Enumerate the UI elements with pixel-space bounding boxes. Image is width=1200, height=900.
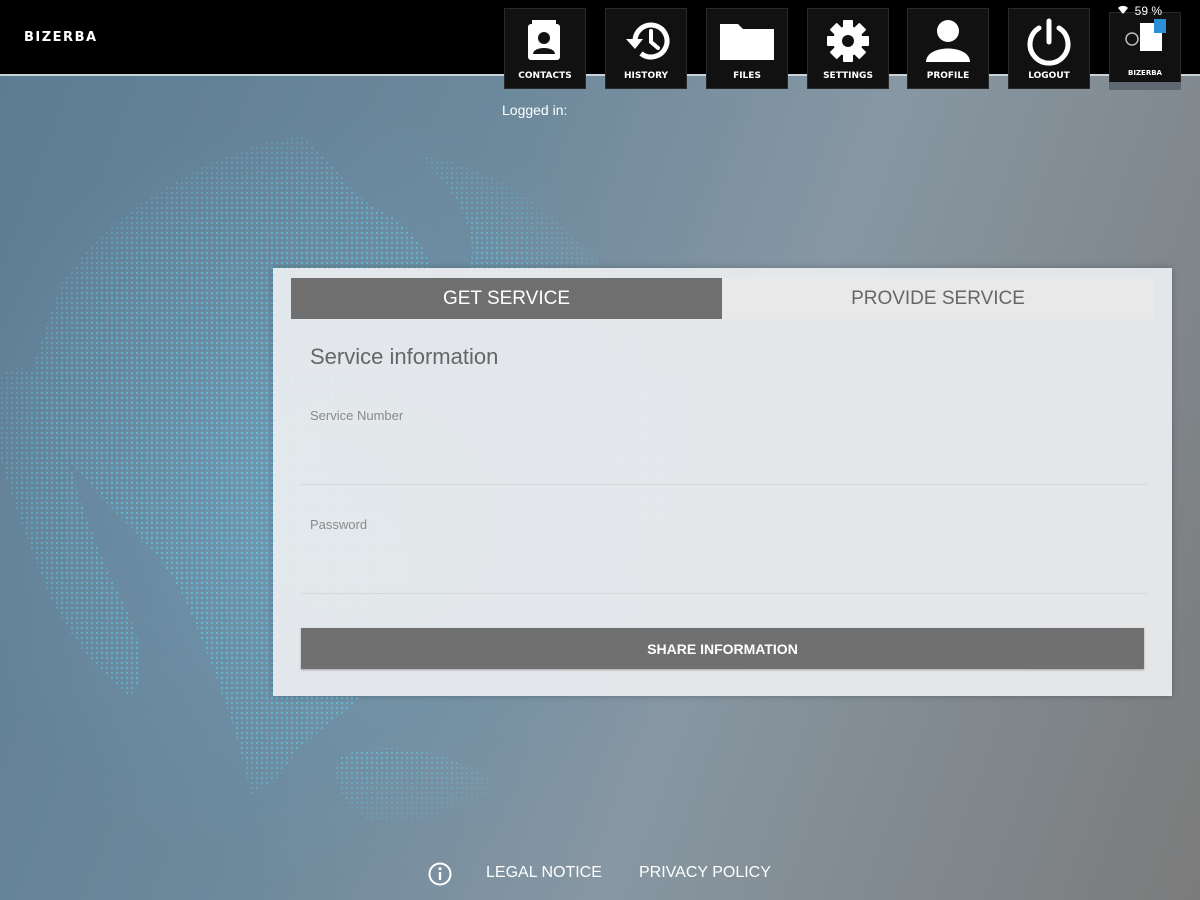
bizerba-tile-label: BIZERBA	[1128, 69, 1162, 77]
password-input[interactable]	[301, 561, 1148, 594]
contacts-icon	[528, 20, 560, 60]
tab-provide-service[interactable]: PROVIDE SERVICE	[722, 278, 1154, 319]
brand-tile-underline	[1109, 82, 1181, 90]
nav-files-button[interactable]: FILES	[706, 8, 788, 89]
privacy-policy-link[interactable]: PRIVACY POLICY	[639, 864, 771, 882]
info-icon[interactable]	[428, 862, 452, 891]
person-icon	[926, 20, 970, 62]
folder-icon	[720, 24, 774, 60]
service-number-input[interactable]	[301, 452, 1148, 485]
nav-contacts-label: CONTACTS	[518, 71, 572, 81]
nav-logout-button[interactable]: LOGOUT	[1008, 8, 1090, 89]
nav-history-label: HISTORY	[623, 71, 669, 81]
nav-files-label: FILES	[733, 71, 761, 81]
legal-notice-link[interactable]: LEGAL NOTICE	[486, 864, 602, 882]
nav-settings-label: SETTINGS	[823, 71, 873, 81]
status-bar: 59 %	[1117, 4, 1162, 18]
service-number-label: Service Number	[310, 408, 404, 423]
power-icon	[1027, 18, 1071, 66]
battery-level: 59 %	[1134, 4, 1162, 18]
bizerba-app-icon	[1125, 19, 1166, 51]
nav-history-button[interactable]: HISTORY	[605, 8, 687, 89]
wifi-icon	[1117, 4, 1129, 18]
nav-profile-label: PROFILE	[926, 71, 970, 81]
section-title: Service information	[310, 344, 499, 369]
history-icon	[626, 22, 670, 60]
bizerba-logo: BIZERBA	[24, 30, 98, 45]
share-information-button[interactable]: SHARE INFORMATION	[301, 628, 1144, 669]
tab-get-service[interactable]: GET SERVICE	[291, 278, 722, 319]
gear-icon	[827, 20, 869, 62]
bizerba-app-tile[interactable]: BIZERBA	[1109, 12, 1181, 84]
service-card: GET SERVICE PROVIDE SERVICE Service info…	[273, 268, 1172, 696]
nav-contacts-button[interactable]: CONTACTS	[504, 8, 586, 89]
footer: LEGAL NOTICE PRIVACY POLICY	[0, 860, 1200, 888]
nav-profile-button[interactable]: PROFILE	[907, 8, 989, 89]
logged-in-text: Logged in:	[502, 102, 568, 118]
password-label: Password	[310, 517, 368, 532]
nav-settings-button[interactable]: SETTINGS	[807, 8, 889, 89]
nav-logout-label: LOGOUT	[1028, 71, 1070, 81]
